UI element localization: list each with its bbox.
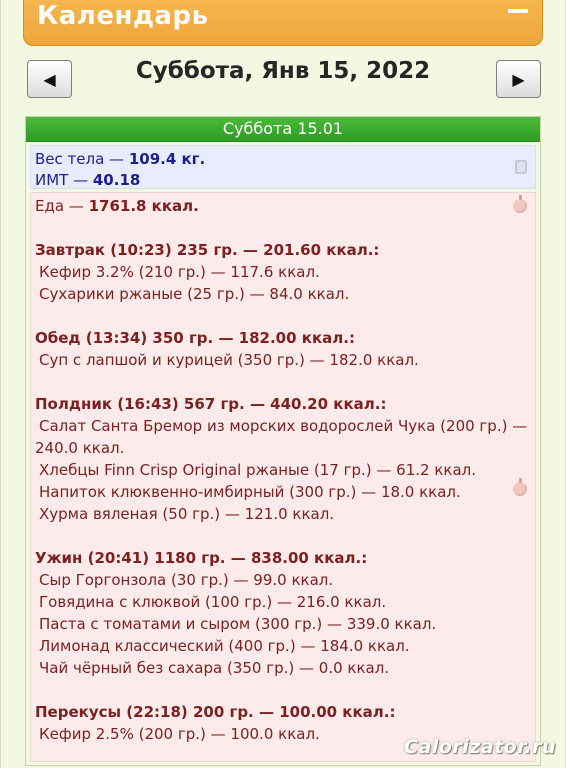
meal-item: Напиток клюквенно-имбирный (300 гр.) — 1… (39, 483, 461, 501)
meal-snack: Полдник (16:43) 567 гр. — 440.20 ккал.: … (35, 393, 535, 525)
meal-dinner: Ужин (20:41) 1180 гр. — 838.00 ккал.: Сы… (35, 547, 535, 679)
day-panel: Суббота 15.01 Вес тела — 109.4 кг. ИМТ —… (25, 116, 541, 766)
meal-head: Полдник (16:43) 567 гр. — 440.20 ккал.: (35, 395, 387, 413)
watermark-logo: Calorizator.ru (404, 736, 557, 758)
meal-item-continuation: 240.0 ккал. (35, 439, 125, 457)
food-total: Еда — 1761.8 ккал. (35, 195, 535, 217)
meal-breakfast: Завтрак (10:23) 235 гр. — 201.60 ккал.: … (35, 239, 535, 305)
meal-item: Хлебцы Finn Crisp Original ржаные (17 гр… (39, 461, 476, 479)
meal-head: Ужин (20:41) 1180 гр. — 838.00 ккал.: (35, 549, 368, 567)
meal-item: Паста с томатами и сыром (300 гр.) — 339… (39, 615, 437, 633)
meal-item: Лимонад классический (400 гр.) — 184.0 к… (39, 637, 410, 655)
apple-icon[interactable] (513, 478, 527, 496)
arrow-right-icon: ▶ (512, 69, 525, 89)
meal-head: Перекусы (22:18) 200 гр. — 100.00 ккал.: (35, 703, 396, 721)
prev-day-button[interactable]: ◀ (27, 60, 72, 98)
meal-item: Салат Санта Бремор из морских водорослей… (39, 417, 528, 435)
weight-box: Вес тела — 109.4 кг. ИМТ — 40.18 (30, 145, 536, 189)
bmi-line: ИМТ — 40.18 (35, 170, 535, 191)
bmi-value: 40.18 (92, 171, 141, 189)
meal-item: Кефир 3.2% (210 гр.) — 117.6 ккал. (39, 263, 320, 281)
food-total-label: Еда — (35, 197, 89, 215)
food-box: Еда — 1761.8 ккал. Завтрак (10:23) 235 г… (30, 192, 536, 762)
header-title: Календарь (37, 1, 209, 31)
weight-label: Вес тела — (35, 150, 129, 168)
meal-item: Сухарики ржаные (25 гр.) — 84.0 ккал. (39, 285, 350, 303)
next-day-button[interactable]: ▶ (496, 60, 541, 98)
food-total-value: 1761.8 ккал. (88, 197, 199, 215)
apple-icon[interactable] (513, 195, 527, 213)
arrow-left-icon: ◀ (43, 69, 56, 89)
weight-value: 109.4 кг. (128, 150, 206, 168)
weight-line: Вес тела — 109.4 кг. (35, 149, 535, 170)
meal-head: Обед (13:34) 350 гр. — 182.00 ккал.: (35, 329, 355, 347)
weight-icon[interactable] (515, 160, 527, 174)
meal-item: Хурма вяленая (50 гр.) — 121.0 ккал. (39, 505, 335, 523)
day-bar-title: Суббота 15.01 (26, 117, 540, 142)
meal-item: Сыр Горгонзола (30 гр.) — 99.0 ккал. (39, 571, 334, 589)
meal-item: Суп с лапшой и курицей (350 гр.) — 182.0… (39, 351, 419, 369)
bmi-label: ИМТ — (35, 171, 93, 189)
collapse-icon[interactable] (508, 9, 528, 13)
calendar-header: Календарь (23, 0, 543, 46)
meal-lunch: Обед (13:34) 350 гр. — 182.00 ккал.: Суп… (35, 327, 535, 371)
meal-item: Чай чёрный без сахара (350 гр.) — 0.0 кк… (39, 659, 390, 677)
meal-item: Говядина с клюквой (100 гр.) — 216.0 кка… (39, 593, 387, 611)
date-title: Суббота, Янв 15, 2022 (135, 58, 431, 84)
meal-head: Завтрак (10:23) 235 гр. — 201.60 ккал.: (35, 241, 380, 259)
